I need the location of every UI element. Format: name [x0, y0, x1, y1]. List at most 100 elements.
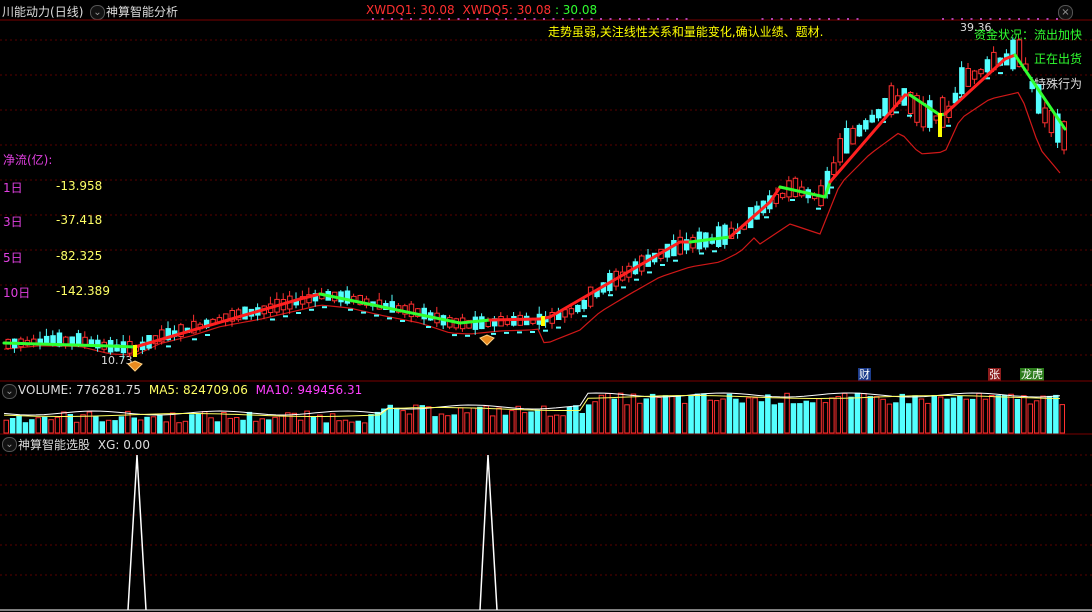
- volume-bar: [445, 415, 451, 434]
- candle-body: [856, 124, 863, 137]
- volume-bar: [560, 415, 566, 434]
- volume-bar: [925, 402, 931, 434]
- volume-bar: [48, 419, 54, 434]
- volume-bar: [400, 410, 406, 434]
- volume-value: 776281.75: [76, 383, 142, 397]
- volume-bar: [675, 395, 681, 434]
- volume-bar: [765, 394, 771, 434]
- volume-bar: [758, 401, 765, 434]
- signal-dash: [205, 334, 210, 336]
- marker-dot: [609, 18, 612, 20]
- marker-dot: [581, 18, 583, 20]
- volume-bar: [784, 392, 790, 434]
- volume-bar: [553, 414, 560, 434]
- volume-bar: [777, 402, 784, 434]
- candle-body: [479, 316, 485, 330]
- signal-dash: [634, 278, 639, 281]
- signal-dash: [270, 318, 275, 321]
- volume-bar: [105, 419, 112, 434]
- candle-body: [978, 69, 984, 75]
- trend-line-segment: [488, 317, 542, 322]
- volume-bar: [1046, 395, 1053, 434]
- marker-dot: [391, 18, 393, 20]
- volume-bar: [905, 403, 912, 434]
- signal-dash: [374, 314, 379, 317]
- volume-bar: [880, 398, 886, 434]
- candle-body: [831, 162, 837, 176]
- volume-bar: [3, 419, 9, 434]
- volume-bar: [182, 420, 189, 434]
- trend-line-segment: [1013, 53, 1067, 131]
- volume-bar: [41, 416, 48, 434]
- xg-collapse-button[interactable]: ⌄: [2, 437, 17, 452]
- volume-bar: [489, 415, 496, 434]
- marker-dot: [809, 18, 811, 20]
- signal-dash: [348, 308, 353, 311]
- marker-dot: [970, 18, 973, 20]
- volume-bar: [67, 414, 73, 434]
- signal-dash: [699, 252, 704, 255]
- signal-dash: [712, 250, 717, 253]
- volume-bar: [163, 421, 169, 434]
- signal-dash: [166, 345, 171, 348]
- marker-dot: [590, 18, 593, 20]
- volume-bar: [259, 418, 265, 434]
- volume-bar: [688, 395, 694, 434]
- volume-bar: [854, 392, 861, 434]
- volume-bar: [131, 417, 137, 434]
- signal-dash: [582, 315, 587, 318]
- signal-dash: [426, 326, 431, 328]
- volume-bar: [592, 401, 598, 434]
- diamond-icon: [479, 334, 495, 346]
- volume-bar: [790, 403, 797, 434]
- volume-bar: [73, 421, 80, 434]
- signal-bar: [133, 345, 137, 357]
- volume-bar: [509, 410, 515, 434]
- volume-bar: [80, 414, 86, 434]
- volume-bar: [368, 414, 374, 434]
- volume-bar: [9, 418, 16, 434]
- candle-body: [959, 67, 965, 95]
- volume-bar: [99, 421, 105, 434]
- volume-bar: [195, 413, 201, 434]
- marker-dot: [1046, 18, 1049, 20]
- candle-body: [933, 115, 939, 121]
- trend-line-segment: [108, 344, 137, 349]
- ma10-label: MA10:: [255, 383, 294, 397]
- volume-bar: [387, 404, 393, 434]
- volume-bar: [515, 405, 521, 434]
- volume-bar: [944, 398, 950, 434]
- xg-panel-label: 神算智能选股: [18, 438, 91, 452]
- marker-dot: [533, 18, 536, 20]
- signal-dash: [192, 338, 197, 341]
- volume-bar: [521, 412, 528, 434]
- volume-collapse-button[interactable]: ⌄: [2, 384, 17, 399]
- candle-body: [63, 336, 69, 345]
- marker-dot: [600, 18, 602, 20]
- volume-bar: [1008, 393, 1014, 434]
- volume-bar: [822, 402, 829, 434]
- volume-header: VOLUME: 776281.75 MA5: 824709.06 MA10: 9…: [18, 383, 362, 397]
- marker-dot: [524, 18, 526, 20]
- marker-dot: [638, 18, 640, 20]
- volume-bar: [16, 415, 22, 434]
- marker-dot: [410, 18, 412, 20]
- marker-dot: [828, 18, 830, 20]
- price-chart[interactable]: [0, 0, 1092, 612]
- volume-bar: [957, 396, 963, 434]
- volume-bar: [432, 416, 438, 434]
- volume-bar: [566, 406, 573, 434]
- volume-bar: [886, 403, 893, 434]
- volume-bar: [547, 415, 553, 434]
- volume-bar: [297, 419, 304, 434]
- candle-body: [927, 100, 933, 128]
- marker-dot: [685, 18, 688, 20]
- volume-bar: [221, 412, 227, 434]
- volume-bar: [720, 398, 726, 434]
- signal-dash: [556, 326, 561, 329]
- signal-dash: [764, 216, 769, 219]
- marker-dot: [980, 18, 982, 20]
- signal-dash: [400, 320, 405, 322]
- marker-dot: [552, 18, 555, 20]
- volume-bar: [931, 395, 937, 434]
